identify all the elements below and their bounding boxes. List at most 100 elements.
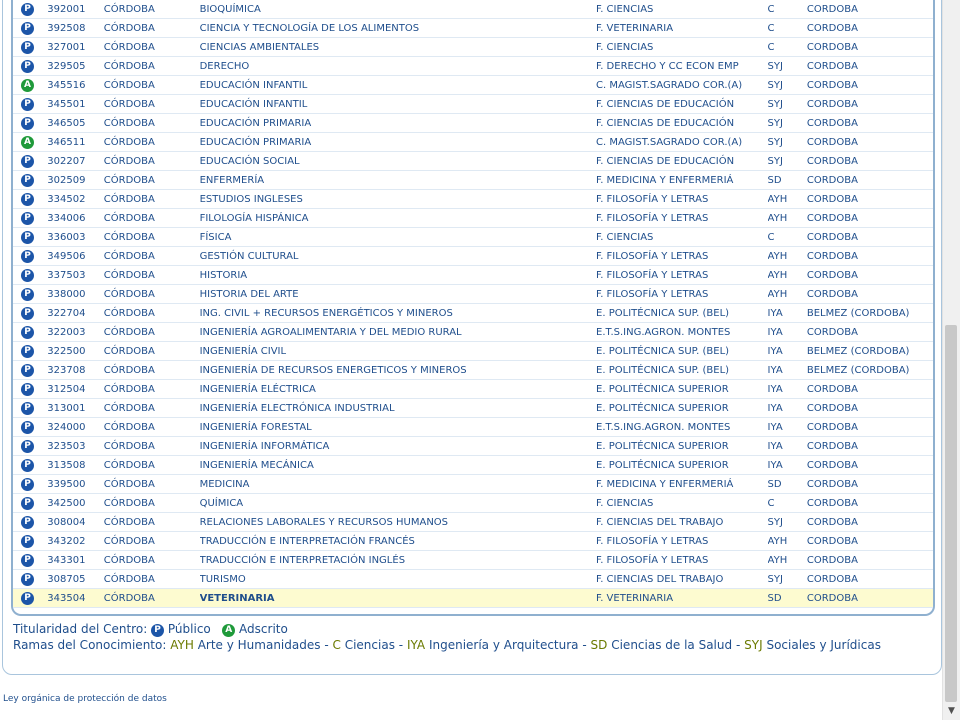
public-badge-icon: P	[21, 268, 34, 282]
faculty-name: F. CIENCIAS	[596, 0, 768, 19]
faculty-name: F. CIENCIAS	[596, 37, 768, 57]
table-row[interactable]: P 329505 CÓRDOBA DERECHO F. DERECHO Y CC ECO…	[13, 56, 933, 76]
table-row[interactable]: P 339500 CÓRDOBA MEDICINA F. MEDICINA Y ENFE…	[13, 474, 933, 494]
table-row[interactable]: P 322704 CÓRDOBA ING. CIVIL + RECURSOS ENER…	[13, 303, 933, 323]
table-row[interactable]: A 345516 CÓRDOBA EDUCACIÓN INFANTIL C. MAGIS…	[13, 75, 933, 95]
table-row[interactable]: A 346511 CÓRDOBA EDUCACIÓN PRIMARIA C. MAGIS…	[13, 132, 933, 152]
page-panel: P326504CÓRDOBABIOLOGÍAF. CIENCIASCCORDOB…	[2, 0, 942, 675]
province: CÓRDOBA	[103, 474, 200, 494]
ownership-cell: P	[13, 341, 48, 361]
table-row[interactable]: P 338000 CÓRDOBA HISTORIA DEL ARTE F. FILOSO…	[13, 284, 933, 304]
public-badge-icon: P	[21, 325, 34, 339]
public-badge-icon: P	[21, 344, 34, 358]
table-row[interactable]: P 346505 CÓRDOBA EDUCACIÓN PRIMARIA F. CIENC…	[13, 113, 933, 133]
ownership-cell: P	[13, 436, 48, 456]
table-row[interactable]: P 323503 CÓRDOBA INGENIERÍA INFORMÁTICA E. P…	[13, 436, 933, 456]
scrollbar-thumb[interactable]	[945, 325, 957, 702]
ownership-cell: P	[13, 189, 48, 209]
public-badge-icon: P	[21, 21, 34, 35]
table-row[interactable]: P 302509 CÓRDOBA ENFERMERÍA F. MEDICINA Y EN…	[13, 170, 933, 190]
ownership-cell: P	[13, 227, 48, 247]
branch-code: AYH	[767, 265, 807, 285]
location: CORDOBA	[806, 208, 933, 228]
province: CÓRDOBA	[103, 455, 200, 475]
table-row[interactable]: P 334006 CÓRDOBA FILOLOGÍA HISPÁNICA F. FILO…	[13, 208, 933, 228]
branch-list: AYH Arte y Humanidades - C Ciencias - IY…	[170, 638, 881, 652]
location: CORDOBA	[806, 75, 933, 95]
degree-code: 334502	[47, 189, 104, 209]
degree-name: GESTIÓN CULTURAL	[199, 246, 597, 266]
table-row[interactable]: P 308705 CÓRDOBA TURISMO F. CIENCIAS DEL TRA…	[13, 569, 933, 589]
degree-code: 323708	[47, 360, 104, 380]
ownership-cell: P	[13, 0, 48, 19]
vertical-scrollbar[interactable]: ▼	[942, 0, 960, 720]
degree-name: FÍSICA	[199, 227, 597, 247]
degree-name: RELACIONES LABORALES Y RECURSOS HUMANOS	[199, 512, 597, 532]
location: CORDOBA	[806, 474, 933, 494]
branches-legend: Ramas del Conocimiento: AYH Arte y Human…	[13, 637, 881, 653]
table-row[interactable]: P 313508 CÓRDOBA INGENIERÍA MECÁNICA E. POLI…	[13, 455, 933, 475]
table-row[interactable]: P 313001 CÓRDOBA INGENIERÍA ELECTRÓNICA IND…	[13, 398, 933, 418]
table-row[interactable]: P 343202 CÓRDOBA TRADUCCIÓN E INTERPRETACIÓ…	[13, 531, 933, 551]
branch-code: AYH	[170, 638, 194, 652]
province: CÓRDOBA	[103, 379, 200, 399]
table-row[interactable]: P 327001 CÓRDOBA CIENCIAS AMBIENTALES F. CIE…	[13, 37, 933, 57]
degree-name: ENFERMERÍA	[199, 170, 597, 190]
table-row[interactable]: P 342500 CÓRDOBA QUÍMICA F. CIENCIAS C CORDOBA	[13, 493, 933, 513]
faculty-name: F. CIENCIAS	[596, 227, 768, 247]
location: CORDOBA	[806, 588, 933, 608]
degree-code: 322500	[47, 341, 104, 361]
province: CÓRDOBA	[103, 569, 200, 589]
degree-code: 343504	[47, 588, 104, 608]
degree-code: 339500	[47, 474, 104, 494]
location: CORDOBA	[806, 322, 933, 342]
branch-code: AYH	[767, 284, 807, 304]
public-badge-icon: P	[21, 211, 34, 225]
location: CORDOBA	[806, 246, 933, 266]
table-row[interactable]: P 324000 CÓRDOBA INGENIERÍA FORESTAL E.T.S.I…	[13, 417, 933, 437]
ownership-cell: P	[13, 360, 48, 380]
degree-code: 329505	[47, 56, 104, 76]
table-row[interactable]: P 343301 CÓRDOBA TRADUCCIÓN E INTERPRETACIÓ…	[13, 550, 933, 570]
ownership-cell: P	[13, 303, 48, 323]
scroll-down-arrow-icon[interactable]: ▼	[943, 703, 960, 720]
province: CÓRDOBA	[103, 531, 200, 551]
table-row[interactable]: P 322003 CÓRDOBA INGENIERÍA AGROALIMENTARIA…	[13, 322, 933, 342]
ownership-cell: P	[13, 18, 48, 38]
table-row[interactable]: P 345501 CÓRDOBA EDUCACIÓN INFANTIL F. CIENC…	[13, 94, 933, 114]
table-row[interactable]: P 308004 CÓRDOBA RELACIONES LABORALES Y REC…	[13, 512, 933, 532]
ownership-cell: A	[13, 75, 48, 95]
public-label: Público	[167, 622, 211, 636]
faculty-name: F. CIENCIAS	[596, 493, 768, 513]
faculty-name: E. POLITÉCNICA SUPERIOR	[596, 379, 768, 399]
public-badge-icon: P	[21, 154, 34, 168]
branch-name: Ciencias	[344, 638, 395, 652]
table-row[interactable]: P 322500 CÓRDOBA INGENIERÍA CIVIL E. POLITÉC…	[13, 341, 933, 361]
table-row[interactable]: P 336003 CÓRDOBA FÍSICA F. CIENCIAS C CORDOBA	[13, 227, 933, 247]
table-row[interactable]: P 392001 CÓRDOBA BIOQUÍMICA F. CIENCIAS C CORD…	[13, 0, 933, 19]
table-row[interactable]: P 349506 CÓRDOBA GESTIÓN CULTURAL F. FILOSOF…	[13, 246, 933, 266]
location: CORDOBA	[806, 493, 933, 513]
degree-name: EDUCACIÓN INFANTIL	[199, 94, 597, 114]
table-row[interactable]: P 343504 CÓRDOBA VETERINARIA F. VETERINARIA S…	[13, 588, 933, 608]
public-badge-icon: P	[21, 40, 34, 54]
degree-code: 313508	[47, 455, 104, 475]
location: BELMEZ (CORDOBA)	[806, 360, 933, 380]
table-row[interactable]: P 302207 CÓRDOBA EDUCACIÓN SOCIAL F. CIENCIA…	[13, 151, 933, 171]
faculty-name: F. MEDICINA Y ENFERMERIÁ	[596, 170, 768, 190]
branch-code: SYJ	[767, 132, 807, 152]
faculty-name: F. FILOSOFÍA Y LETRAS	[596, 531, 768, 551]
province: CÓRDOBA	[103, 0, 200, 19]
province: CÓRDOBA	[103, 265, 200, 285]
province: CÓRDOBA	[103, 189, 200, 209]
data-protection-link[interactable]: Ley orgánica de protección de datos	[3, 694, 167, 704]
degree-name: INGENIERÍA AGROALIMENTARIA Y DEL MEDIO R…	[199, 322, 597, 342]
table-row[interactable]: P 334502 CÓRDOBA ESTUDIOS INGLESES F. FILOSO…	[13, 189, 933, 209]
table-row[interactable]: P 337503 CÓRDOBA HISTORIA F. FILOSOFÍA Y LET…	[13, 265, 933, 285]
table-row[interactable]: P 312504 CÓRDOBA INGENIERÍA ELÉCTRICA E. POL…	[13, 379, 933, 399]
degree-code: 323503	[47, 436, 104, 456]
table-row[interactable]: P 392508 CÓRDOBA CIENCIA Y TECNOLOGÍA DE LO…	[13, 18, 933, 38]
degree-code: 322704	[47, 303, 104, 323]
faculty-name: F. FILOSOFÍA Y LETRAS	[596, 265, 768, 285]
table-row[interactable]: P 323708 CÓRDOBA INGENIERÍA DE RECURSOS ENE…	[13, 360, 933, 380]
